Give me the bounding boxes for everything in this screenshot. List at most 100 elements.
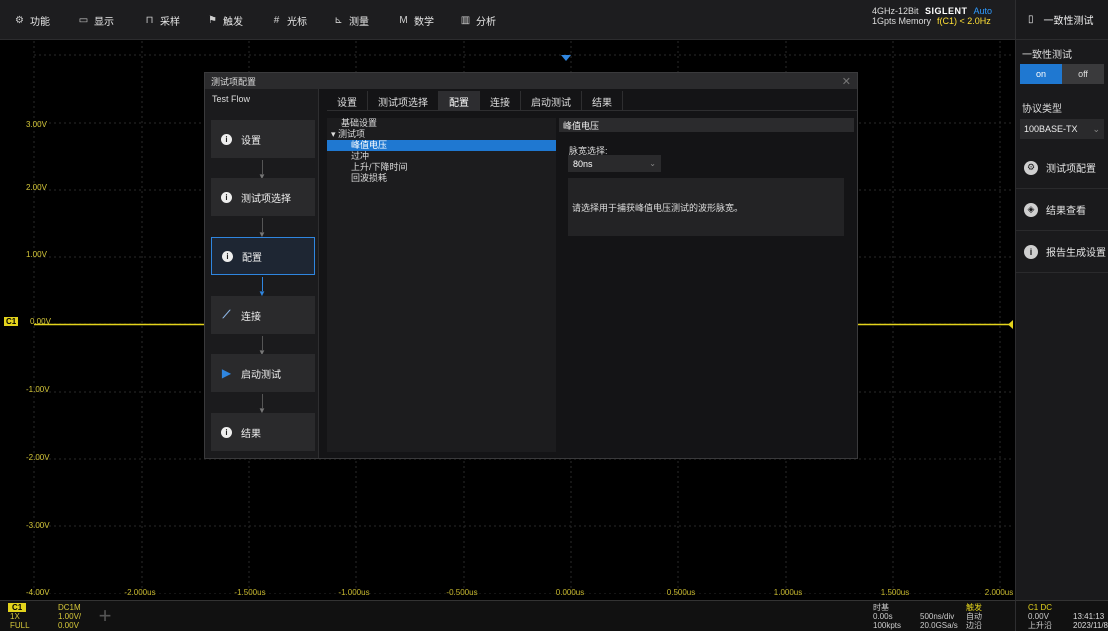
- tree-basic-settings[interactable]: 基础设置: [327, 118, 556, 129]
- flow-step-setup[interactable]: i 设置: [211, 120, 315, 158]
- trigger-info[interactable]: 触发 自动 边沿: [966, 603, 982, 630]
- channel1-coupling: DC1M: [58, 603, 81, 612]
- measure-icon: ⊾: [334, 14, 343, 26]
- info-icon: i: [1024, 244, 1038, 259]
- trigger-position-marker[interactable]: [561, 55, 571, 61]
- timebase-info[interactable]: 时基 0.00s 100kpts: [873, 603, 901, 630]
- tree-group-label: 测试项: [338, 129, 366, 139]
- tree-item-return-loss[interactable]: 回波损耗: [327, 173, 556, 184]
- config-icon: ⚙: [1024, 160, 1038, 175]
- x-tick-label: 0.500us: [666, 588, 696, 597]
- add-channel-button[interactable]: +: [90, 605, 120, 629]
- menu-display[interactable]: ▭ 显示: [78, 12, 114, 28]
- x-tick-label: -2.000us: [124, 588, 156, 597]
- button-label: 结果查看: [1046, 206, 1086, 217]
- menu-measure[interactable]: ⊾ 测量: [333, 12, 369, 28]
- test-item-tree: 基础设置 ▾ 测试项 峰值电压 过冲 上升/下降时间 回波损耗: [327, 118, 556, 452]
- channel1-bandwidth: FULL: [10, 621, 30, 630]
- compliance-toggle[interactable]: on off: [1020, 64, 1104, 84]
- caret-down-icon: ▾: [331, 129, 339, 139]
- step-label: 配置: [242, 252, 262, 264]
- toggle-on[interactable]: on: [1020, 64, 1062, 84]
- menu-label: 采样: [160, 16, 180, 28]
- clock: 13:41:13 2023/11/8: [1073, 612, 1108, 630]
- trigger-channel-info: C1 DC 0.00V 上升沿: [1028, 603, 1052, 630]
- close-icon[interactable]: ✕: [842, 75, 851, 88]
- clock-time: 13:41:13: [1073, 612, 1105, 621]
- tree-group-test-items[interactable]: ▾ 测试项: [327, 129, 556, 140]
- step-label: 设置: [241, 135, 261, 147]
- dialog-titlebar[interactable]: 测试项配置 ✕: [205, 73, 857, 89]
- step-label: 连接: [241, 311, 261, 323]
- menu-function[interactable]: ⚙ 功能: [14, 12, 50, 28]
- x-tick-label: -1.000us: [338, 588, 370, 597]
- sample-rate: 20.0GSa/s: [920, 621, 958, 630]
- protocol-label: 协议类型: [1022, 104, 1062, 115]
- x-tick-label: 1.500us: [880, 588, 910, 597]
- menu-label: 触发: [223, 16, 243, 28]
- play-icon: ▶: [221, 366, 232, 380]
- tab-select[interactable]: 测试项选择: [368, 91, 439, 111]
- flow-step-config[interactable]: i 配置: [211, 237, 315, 275]
- menu-cursor[interactable]: # 光标: [271, 12, 307, 28]
- menu-label: 测量: [349, 16, 369, 28]
- run-mode[interactable]: Auto: [974, 6, 993, 16]
- tree-item-rise-fall-time[interactable]: 上升/下降时间: [327, 162, 556, 173]
- x-tick-label: -0.500us: [446, 588, 478, 597]
- tab-connect[interactable]: 连接: [480, 91, 521, 111]
- timebase-scale: 500ns/div: [920, 612, 955, 621]
- timebase-delay: 0.00s: [873, 612, 893, 621]
- right-panel: ▯ 一致性测试 一致性测试 on off 协议类型 100BASE-TX ⌄ ⚙…: [1015, 0, 1108, 631]
- trigger-level-marker[interactable]: [1008, 320, 1013, 329]
- menu-label: 数学: [414, 16, 434, 28]
- detail-header: 峰值电压: [559, 118, 854, 132]
- menu-label: 光标: [287, 16, 307, 28]
- flow-step-connect[interactable]: ⟋ 连接: [211, 296, 315, 334]
- tab-setup[interactable]: 设置: [327, 91, 368, 111]
- top-menu-bar: ⚙ 功能 ▭ 显示 ⊓ 采样 ⚑ 触发 # 光标 ⊾ 测量 M 数学 ▥ 分析 4GHz-12B…: [0, 0, 1015, 40]
- right-panel-title: 一致性测试: [1043, 16, 1094, 27]
- pulse-width-select[interactable]: 80ns ⌄: [568, 155, 661, 172]
- bottom-status-bar: C1 DC1M 1X 1.00V/ FULL 0.00V + 时基 0.00s …: [0, 600, 1015, 631]
- right-panel-header: ▯ 一致性测试: [1016, 0, 1108, 40]
- tab-results[interactable]: 结果: [582, 91, 623, 111]
- compliance-label: 一致性测试: [1022, 50, 1072, 61]
- channel1-offset: 0.00V: [58, 621, 79, 630]
- timebase-label: 时基: [873, 603, 889, 612]
- view-results-button[interactable]: ◈ 结果查看: [1016, 189, 1108, 231]
- tree-item-overshoot[interactable]: 过冲: [327, 151, 556, 162]
- tab-config[interactable]: 配置: [439, 91, 480, 111]
- hint-text: 请选择用于捕获峰值电压测试的波形脉宽。: [572, 202, 744, 213]
- channel-offset-marker[interactable]: C1: [4, 317, 19, 326]
- y-tick-label: -4.00V: [26, 588, 50, 597]
- math-icon: M: [399, 14, 408, 26]
- info-icon: i: [221, 426, 232, 438]
- info-icon: i: [221, 133, 232, 145]
- menu-trigger[interactable]: ⚑ 触发: [207, 12, 243, 28]
- menu-analysis[interactable]: ▥ 分析: [460, 12, 496, 28]
- brand-status: SIGLENT Auto f(C1) < 2.0Hz: [925, 6, 1015, 26]
- menu-math[interactable]: M 数学: [398, 12, 434, 28]
- trigger-slope: 上升沿: [1028, 621, 1052, 630]
- chevron-down-icon: ⌄: [649, 159, 656, 168]
- cursor-icon: #: [273, 14, 280, 26]
- protocol-select[interactable]: 100BASE-TX ⌄: [1020, 119, 1104, 139]
- flow-step-run[interactable]: ▶ 启动测试: [211, 354, 315, 392]
- tab-run[interactable]: 启动测试: [521, 91, 582, 111]
- test-config-button[interactable]: ⚙ 测试项配置: [1016, 147, 1108, 189]
- menu-acquire[interactable]: ⊓ 采样: [144, 12, 180, 28]
- flow-step-results[interactable]: i 结果: [211, 413, 315, 451]
- timebase-scale-info: 500ns/div 20.0GSa/s: [920, 612, 958, 630]
- dialog-title: 测试项配置: [211, 76, 257, 87]
- tree-item-peak-voltage[interactable]: 峰值电压: [327, 140, 556, 151]
- step-label: 结果: [241, 428, 261, 440]
- y-tick-label: 0.00V: [30, 317, 51, 326]
- brand-logo: SIGLENT: [925, 6, 968, 16]
- toggle-off[interactable]: off: [1062, 64, 1104, 84]
- flow-step-select[interactable]: i 测试项选择: [211, 178, 315, 216]
- report-settings-button[interactable]: i 报告生成设置: [1016, 231, 1108, 273]
- pulse-width-value: 80ns: [573, 158, 593, 169]
- dialog-tabs: 设置 测试项选择 配置 连接 启动测试 结果: [327, 91, 857, 111]
- channel1-info[interactable]: C1 DC1M 1X 1.00V/ FULL 0.00V: [8, 603, 86, 631]
- trigger-mode: 自动: [966, 612, 982, 621]
